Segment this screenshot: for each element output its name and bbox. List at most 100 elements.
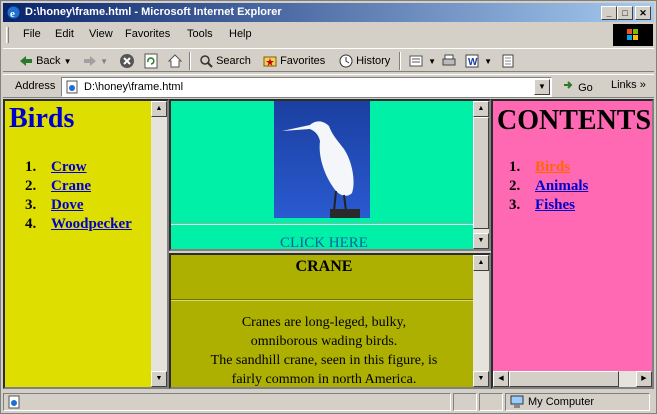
menu-tools[interactable]: Tools — [187, 28, 213, 40]
back-button[interactable]: Back ▼ — [19, 53, 72, 69]
zone-label: My Computer — [528, 396, 595, 408]
scroll-thumb[interactable] — [509, 371, 619, 387]
title-bar[interactable]: e D:\honey\frame.html - Microsoft Intern… — [3, 3, 654, 22]
refresh-icon — [144, 53, 158, 69]
contents-horizontal-scrollbar[interactable]: ◀ ▶ — [493, 371, 652, 387]
maximize-button[interactable]: □ — [617, 6, 633, 20]
scroll-down-icon[interactable]: ▼ — [473, 233, 489, 249]
edit-dropdown-icon[interactable]: ▼ — [484, 57, 492, 66]
left-vertical-scrollbar[interactable]: ▲ ▼ — [151, 101, 167, 387]
back-dropdown-icon[interactable]: ▼ — [64, 57, 72, 66]
image-vertical-scrollbar[interactable]: ▲ ▼ — [473, 101, 489, 249]
contents-frame: CONTENTS 1. Birds 2. Animals 3. Fishes ◀ — [491, 99, 654, 389]
scroll-down-icon[interactable]: ▼ — [151, 371, 167, 387]
forward-button[interactable]: ▼ — [83, 53, 108, 69]
list-number: 2. — [509, 178, 521, 194]
links-label: Links — [611, 79, 637, 91]
favorites-button[interactable]: Favorites — [263, 53, 325, 69]
word-edit-icon: W — [465, 54, 479, 68]
menu-bar: File Edit View Favorites Tools Help — [3, 24, 613, 46]
egret-image — [274, 101, 370, 218]
mail-dropdown-icon[interactable]: ▼ — [428, 57, 436, 66]
page-status-icon — [8, 395, 20, 409]
search-icon — [200, 55, 213, 68]
scroll-up-icon[interactable]: ▲ — [473, 255, 489, 271]
address-value: D:\honey\frame.html — [84, 81, 184, 93]
back-label: Back — [36, 55, 61, 67]
discuss-button[interactable] — [501, 53, 515, 69]
left-frame: Birds 1. Crow 2. Crane 3. Dove 4. Woodpe… — [3, 99, 169, 389]
search-button[interactable]: Search — [199, 53, 251, 69]
description-vertical-scrollbar[interactable]: ▲ ▼ — [473, 255, 489, 387]
stop-icon — [120, 54, 134, 69]
scroll-up-icon[interactable]: ▲ — [151, 101, 167, 117]
forward-arrow-icon — [84, 56, 96, 67]
address-bar: Address D:\honey\frame.html ▼ Go Links » — [3, 74, 654, 98]
image-frame: CLICK HERE ▲ ▼ — [169, 99, 491, 251]
scroll-right-icon[interactable]: ▶ — [636, 371, 652, 387]
list-number: 2. — [25, 178, 37, 194]
history-button[interactable]: History — [339, 53, 390, 69]
contents-heading: CONTENTS — [497, 105, 652, 136]
dove-link[interactable]: Dove — [51, 197, 84, 214]
scroll-down-icon[interactable]: ▼ — [473, 371, 489, 387]
history-label: History — [356, 55, 391, 67]
address-input[interactable]: D:\honey\frame.html ▼ — [61, 77, 552, 97]
go-button[interactable]: Go — [563, 79, 593, 94]
print-button[interactable] — [441, 53, 457, 69]
minimize-button[interactable]: _ — [601, 6, 617, 20]
toolbar-separator — [189, 52, 191, 70]
menu-edit[interactable]: Edit — [55, 28, 74, 40]
woodpecker-link[interactable]: Woodpecker — [51, 216, 132, 233]
status-cell — [479, 393, 503, 411]
contents-list: 1. Birds 2. Animals 3. Fishes — [509, 159, 629, 219]
status-main — [3, 393, 451, 411]
links-button[interactable]: Links » — [611, 79, 646, 91]
description-line: fairly common in north America. — [231, 372, 417, 387]
scroll-left-icon[interactable]: ◀ — [493, 371, 509, 387]
mail-button[interactable]: ▼ — [409, 53, 436, 69]
menu-file[interactable]: File — [23, 28, 41, 40]
go-label: Go — [578, 82, 593, 94]
birds-link[interactable]: Birds — [535, 159, 570, 176]
discuss-icon — [502, 54, 514, 68]
description-line: omniborous wading birds. — [250, 334, 398, 349]
crow-link[interactable]: Crow — [51, 159, 87, 176]
edit-button[interactable]: W ▼ — [465, 53, 492, 69]
crane-description: Cranes are long-leged, bulky, omniborous… — [171, 313, 477, 387]
menu-grip — [6, 27, 9, 43]
window-title: D:\honey\frame.html - Microsoft Internet… — [25, 6, 282, 18]
refresh-button[interactable] — [143, 53, 159, 69]
status-cell — [453, 393, 477, 411]
animals-link[interactable]: Animals — [535, 178, 588, 195]
favorites-icon — [263, 56, 277, 67]
page-icon — [66, 80, 78, 94]
list-number: 3. — [509, 197, 521, 213]
crane-heading: CRANE — [295, 258, 353, 275]
menu-favorites[interactable]: Favorites — [125, 28, 170, 40]
scroll-up-icon[interactable]: ▲ — [473, 101, 489, 117]
address-dropdown-icon[interactable]: ▼ — [534, 79, 550, 95]
toolbar-separator — [399, 52, 401, 70]
mail-icon — [409, 55, 423, 67]
description-line: Cranes are long-leged, bulky, — [241, 315, 407, 330]
crane-link[interactable]: Crane — [51, 178, 91, 195]
scroll-thumb[interactable] — [473, 117, 489, 229]
description-frame: CRANE Cranes are long-leged, bulky, omni… — [169, 253, 491, 389]
menu-help[interactable]: Help — [229, 28, 252, 40]
stop-button[interactable] — [119, 53, 135, 69]
frameset: Birds 1. Crow 2. Crane 3. Dove 4. Woodpe… — [3, 99, 654, 389]
close-button[interactable]: ✕ — [635, 6, 651, 20]
forward-dropdown-icon[interactable]: ▼ — [100, 57, 108, 66]
home-button[interactable] — [167, 53, 183, 69]
birds-heading: Birds — [9, 103, 75, 134]
svg-text:e: e — [10, 8, 15, 20]
description-line: The sandhill crane, seen in this figure,… — [210, 353, 438, 368]
list-number: 3. — [25, 197, 37, 213]
click-here-link[interactable]: CLICK HERE — [171, 235, 477, 249]
status-bar: My Computer — [3, 392, 654, 412]
menu-view[interactable]: View — [89, 28, 113, 40]
divider — [171, 223, 477, 225]
print-icon — [442, 54, 456, 66]
fishes-link[interactable]: Fishes — [535, 197, 575, 214]
